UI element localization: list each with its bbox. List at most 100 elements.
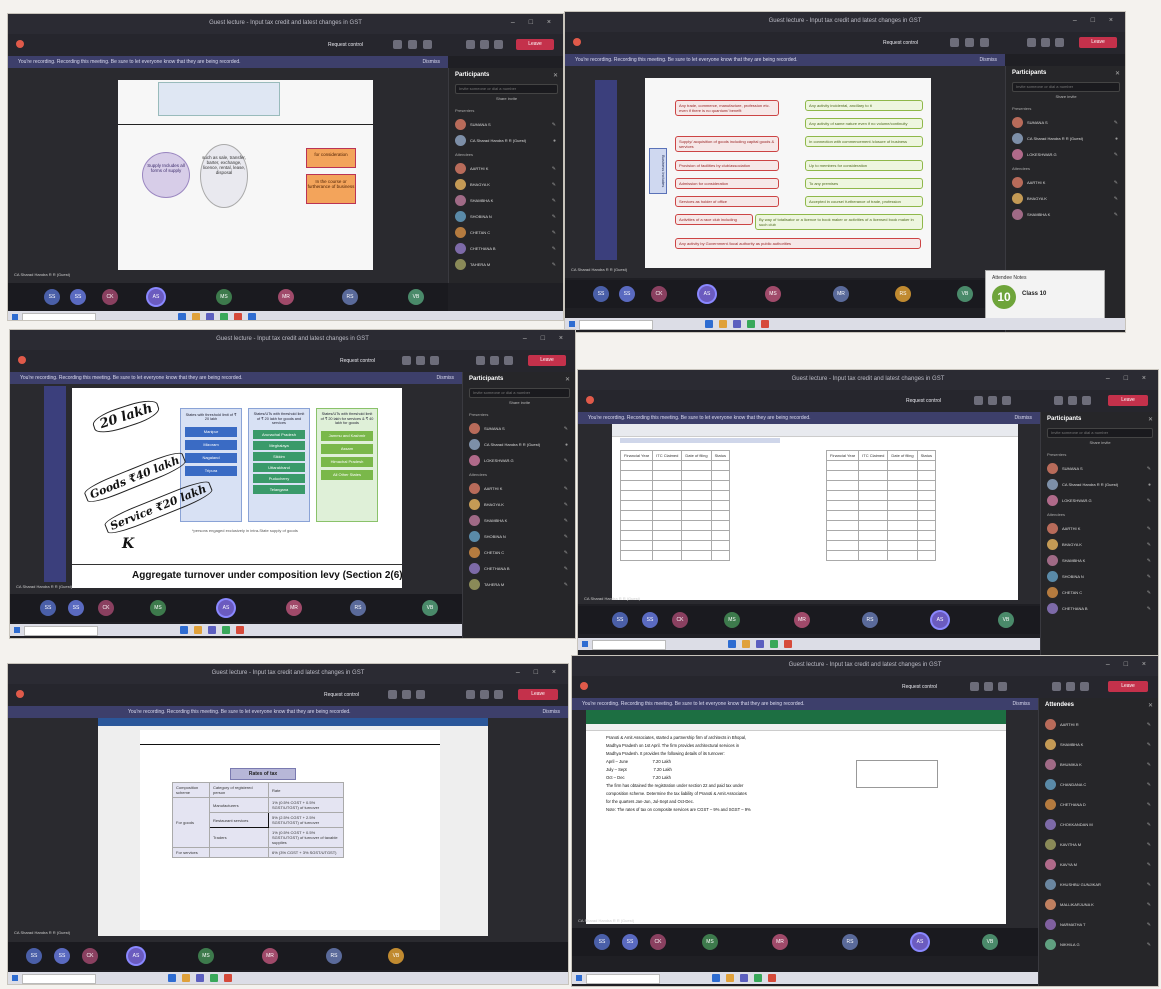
- video-avatar[interactable]: SS: [622, 934, 638, 950]
- raise-hand-icon[interactable]: [408, 40, 417, 49]
- video-avatar[interactable]: CK: [650, 934, 666, 950]
- video-avatar[interactable]: SS: [70, 289, 86, 305]
- chat-icon[interactable]: [974, 396, 983, 405]
- taskbar-app-icon[interactable]: [196, 974, 204, 982]
- raise-hand-icon[interactable]: [965, 38, 974, 47]
- close-icon[interactable]: ✕: [1115, 70, 1120, 77]
- taskbar-app-icon[interactable]: [754, 974, 762, 982]
- participant-row[interactable]: BHAGYA K ✎: [1047, 538, 1155, 552]
- video-avatar[interactable]: CK: [102, 289, 118, 305]
- share-icon[interactable]: [1080, 682, 1089, 691]
- video-avatar[interactable]: MS: [216, 289, 232, 305]
- camera-icon[interactable]: [476, 356, 485, 365]
- participant-row[interactable]: TAHERA M ✎: [455, 258, 560, 272]
- request-control-button[interactable]: Request control: [328, 42, 363, 48]
- taskbar-search-input[interactable]: [24, 626, 98, 636]
- chat-icon[interactable]: [950, 38, 959, 47]
- participant-row[interactable]: CHOKKANDAN M ✎: [1045, 818, 1155, 832]
- taskbar-app-icon[interactable]: [206, 313, 214, 320]
- calculation-cells[interactable]: [856, 760, 938, 788]
- request-control-button[interactable]: Request control: [340, 358, 375, 364]
- chat-icon[interactable]: [970, 682, 979, 691]
- mic-icon[interactable]: [1066, 682, 1075, 691]
- participant-row[interactable]: BHAGYA K ✎: [455, 178, 560, 192]
- participant-row[interactable]: CA Sharad Handra R R (Guest) ●: [455, 134, 560, 148]
- start-icon[interactable]: [569, 321, 575, 327]
- video-avatar[interactable]: VB: [408, 289, 424, 305]
- video-avatar[interactable]: MR: [286, 600, 302, 616]
- participant-row[interactable]: BHAGYA K ✎: [1012, 192, 1122, 206]
- video-avatar[interactable]: SS: [54, 948, 70, 964]
- taskbar-app-icon[interactable]: [236, 626, 244, 634]
- taskbar-app-icon[interactable]: [194, 626, 202, 634]
- taskbar-app-icon[interactable]: [726, 974, 734, 982]
- mic-icon[interactable]: [480, 40, 489, 49]
- camera-icon[interactable]: [466, 690, 475, 699]
- mic-icon[interactable]: [490, 356, 499, 365]
- participant-row[interactable]: AARTHI K ✎: [469, 482, 572, 496]
- video-avatar[interactable]: RS: [842, 934, 858, 950]
- participant-row[interactable]: CHETHANA B ✎: [469, 562, 572, 576]
- participant-row[interactable]: KHUSHBU GUNJIKAR ✎: [1045, 878, 1155, 892]
- leave-button[interactable]: Leave: [1079, 37, 1117, 48]
- close-icon[interactable]: ✕: [565, 376, 570, 383]
- video-avatar[interactable]: SS: [594, 934, 610, 950]
- video-avatar[interactable]: SS: [26, 948, 42, 964]
- video-avatar[interactable]: AS: [932, 612, 948, 628]
- video-avatar[interactable]: MS: [765, 286, 781, 302]
- taskbar-app-icon[interactable]: [705, 320, 713, 328]
- share-icon[interactable]: [504, 356, 513, 365]
- camera-icon[interactable]: [1054, 396, 1063, 405]
- request-control-button[interactable]: Request control: [324, 692, 359, 698]
- participant-row[interactable]: BHAGYA K ✎: [469, 498, 572, 512]
- taskbar-app-icon[interactable]: [222, 626, 230, 634]
- video-avatar[interactable]: AS: [218, 600, 234, 616]
- participant-row[interactable]: AARTHI K ✎: [1047, 522, 1155, 536]
- video-avatar[interactable]: MS: [702, 934, 718, 950]
- camera-icon[interactable]: [1052, 682, 1061, 691]
- share-invite-button[interactable]: Share invite: [1012, 94, 1120, 100]
- participant-row[interactable]: SHOBINA N ✎: [455, 210, 560, 224]
- close-icon[interactable]: ✕: [1148, 702, 1153, 709]
- taskbar-app-icon[interactable]: [784, 640, 792, 648]
- video-avatar[interactable]: SS: [68, 600, 84, 616]
- taskbar-search-input[interactable]: [579, 320, 653, 330]
- video-avatar[interactable]: AS: [148, 289, 164, 305]
- request-control-button[interactable]: Request control: [902, 684, 937, 690]
- more-icon[interactable]: [980, 38, 989, 47]
- raise-hand-icon[interactable]: [988, 396, 997, 405]
- participant-row[interactable]: KAVYA M ✎: [1045, 858, 1155, 872]
- dismiss-button[interactable]: Dismiss: [1013, 698, 1031, 710]
- participant-row[interactable]: SUMANA S ✎: [1012, 116, 1122, 130]
- taskbar-search-input[interactable]: [586, 974, 660, 984]
- video-avatar[interactable]: RS: [326, 948, 342, 964]
- video-avatar[interactable]: RS: [342, 289, 358, 305]
- participant-row[interactable]: CA Sharad Handra R R (Guest) ●: [1047, 478, 1155, 492]
- video-avatar[interactable]: SS: [642, 612, 658, 628]
- taskbar-app-icon[interactable]: [210, 974, 218, 982]
- window-controls[interactable]: – □ ×: [1106, 661, 1152, 668]
- chat-icon[interactable]: [393, 40, 402, 49]
- participant-row[interactable]: AARTHI R ✎: [1045, 718, 1155, 732]
- video-avatar[interactable]: RS: [862, 612, 878, 628]
- video-avatar[interactable]: AS: [128, 948, 144, 964]
- more-icon[interactable]: [998, 682, 1007, 691]
- dismiss-button[interactable]: Dismiss: [437, 372, 455, 384]
- taskbar-app-icon[interactable]: [770, 640, 778, 648]
- video-avatar[interactable]: SS: [619, 286, 635, 302]
- share-icon[interactable]: [1082, 396, 1091, 405]
- request-control-button[interactable]: Request control: [906, 398, 941, 404]
- participant-search-input[interactable]: Invite someone or dial a number: [455, 84, 558, 94]
- participant-row[interactable]: AARTHI K ✎: [1012, 176, 1122, 190]
- leave-button[interactable]: Leave: [518, 689, 558, 700]
- video-avatar[interactable]: CK: [651, 286, 667, 302]
- more-icon[interactable]: [430, 356, 439, 365]
- participant-row[interactable]: LOKESHWAR.G ✎: [1012, 148, 1122, 162]
- participant-row[interactable]: CA Sharad Handra R R (Guest) ●: [469, 438, 572, 452]
- taskbar-app-icon[interactable]: [740, 974, 748, 982]
- mic-icon[interactable]: [1068, 396, 1077, 405]
- video-avatar[interactable]: CK: [82, 948, 98, 964]
- share-invite-button[interactable]: Share invite: [455, 96, 558, 102]
- taskbar-search-input[interactable]: [22, 974, 96, 984]
- raise-hand-icon[interactable]: [416, 356, 425, 365]
